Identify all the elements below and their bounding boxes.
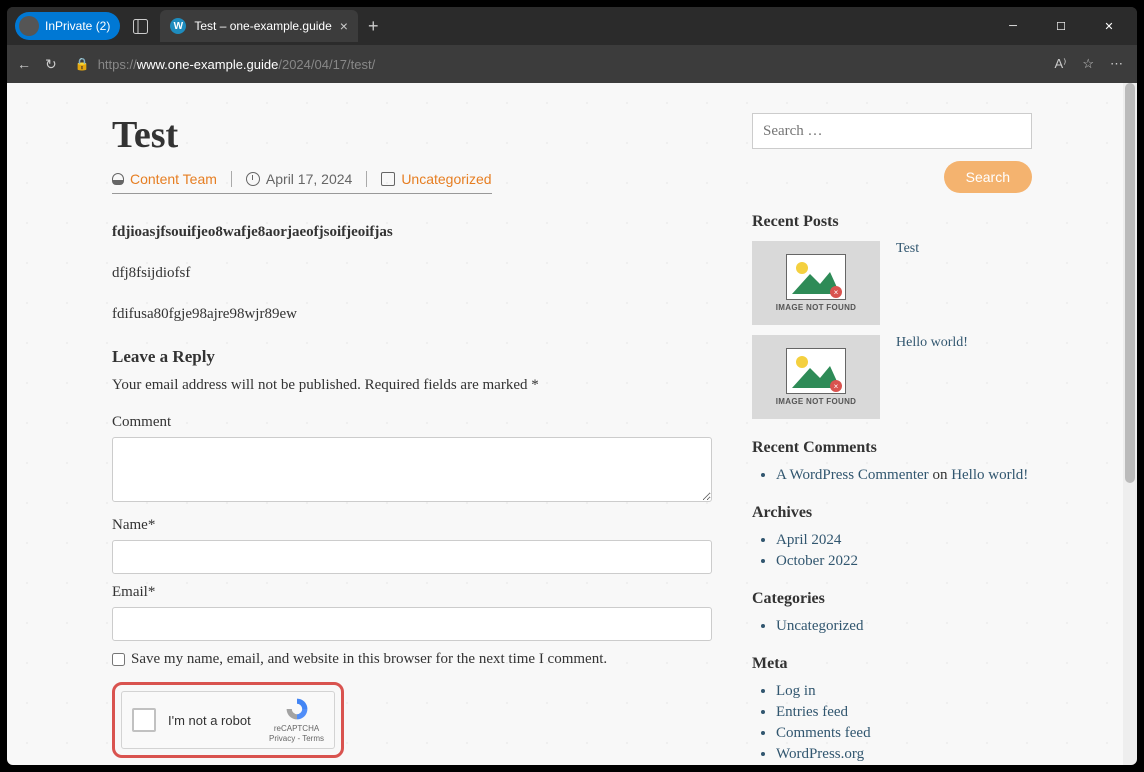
scrollbar-thumb[interactable] xyxy=(1125,83,1135,483)
search-button[interactable]: Search xyxy=(944,161,1032,193)
recent-post-item[interactable]: × IMAGE NOT FOUND Hello world! xyxy=(752,335,1032,419)
date-icon xyxy=(246,172,260,186)
name-input[interactable] xyxy=(112,540,712,574)
url-input[interactable]: 🔒 https://www.one-example.guide/2024/04/… xyxy=(71,57,1041,72)
post-date: April 17, 2024 xyxy=(266,171,352,187)
recent-post-link[interactable]: Test xyxy=(896,241,919,325)
post-author-link[interactable]: Content Team xyxy=(130,171,217,187)
reply-note: Your email address will not be published… xyxy=(112,377,712,394)
url-prefix: https:// xyxy=(98,57,137,72)
meta-title: Meta xyxy=(752,655,1032,673)
category-icon xyxy=(381,172,395,186)
svg-text:×: × xyxy=(834,288,839,297)
post-paragraph: dfj8fsijdiofsf xyxy=(112,265,712,282)
archive-item[interactable]: October 2022 xyxy=(776,553,1032,570)
maximize-button[interactable]: ☐ xyxy=(1047,20,1075,33)
recaptcha-highlight: I'm not a robot reCAPTCHA Privacy - Term… xyxy=(112,682,344,758)
tab-manager-icon[interactable] xyxy=(128,14,152,38)
wordpress-favicon: W xyxy=(170,18,186,34)
url-domain: www.one-example.guide xyxy=(137,57,279,72)
page-viewport[interactable]: Test Content Team April 17, 2024 Uncateg… xyxy=(7,83,1137,765)
new-tab-button[interactable]: + xyxy=(368,16,379,37)
thumbnail-placeholder: × IMAGE NOT FOUND xyxy=(752,241,880,325)
browser-tab[interactable]: W Test – one-example.guide × xyxy=(160,10,358,42)
minimize-button[interactable]: ─ xyxy=(999,20,1027,33)
recaptcha-widget: I'm not a robot reCAPTCHA Privacy - Term… xyxy=(121,691,335,749)
recent-posts-title: Recent Posts xyxy=(752,213,1032,231)
tab-close-icon[interactable]: × xyxy=(340,18,348,34)
recaptcha-text: I'm not a robot xyxy=(168,713,257,728)
categories-title: Categories xyxy=(752,590,1032,608)
close-window-button[interactable]: ✕ xyxy=(1095,20,1123,33)
author-icon xyxy=(112,173,124,185)
more-menu-icon[interactable]: ⋯ xyxy=(1110,56,1123,72)
back-button[interactable]: ← xyxy=(17,56,31,72)
post-category-link[interactable]: Uncategorized xyxy=(401,171,491,187)
post-paragraph: fdjioasjfsouifjeo8wafje8aorjaeofjsoifjeo… xyxy=(112,224,712,241)
email-label: Email* xyxy=(112,584,712,601)
recent-comment-item: A WordPress Commenter on Hello world! xyxy=(776,467,1032,484)
favorite-icon[interactable]: ☆ xyxy=(1082,56,1094,72)
comment-author-link[interactable]: A WordPress Commenter xyxy=(776,467,929,483)
meta-item[interactable]: Comments feed xyxy=(776,725,1032,742)
url-path: /2024/04/17/test/ xyxy=(278,57,375,72)
lock-icon: 🔒 xyxy=(75,57,90,71)
email-input[interactable] xyxy=(112,607,712,641)
browser-titlebar: InPrivate (2) W Test – one-example.guide… xyxy=(7,7,1137,45)
post-paragraph: fdifusa80fgje98ajre98wjr89ew xyxy=(112,306,712,323)
tab-title: Test – one-example.guide xyxy=(194,19,331,33)
refresh-button[interactable]: ↻ xyxy=(45,56,57,73)
comment-label: Comment xyxy=(112,414,712,431)
archive-item[interactable]: April 2024 xyxy=(776,532,1032,549)
post-meta: Content Team April 17, 2024 Uncategorize… xyxy=(112,171,492,194)
inprivate-label: InPrivate (2) xyxy=(45,19,110,33)
meta-item[interactable]: Entries feed xyxy=(776,704,1032,721)
comment-post-link[interactable]: Hello world! xyxy=(951,467,1028,483)
post-content: fdjioasjfsouifjeo8wafje8aorjaeofjsoifjeo… xyxy=(112,224,712,323)
recent-post-link[interactable]: Hello world! xyxy=(896,335,968,419)
thumbnail-placeholder: × IMAGE NOT FOUND xyxy=(752,335,880,419)
reply-heading: Leave a Reply xyxy=(112,347,712,367)
inprivate-badge[interactable]: InPrivate (2) xyxy=(15,12,120,40)
name-label: Name* xyxy=(112,517,712,534)
category-item[interactable]: Uncategorized xyxy=(776,618,1032,635)
recaptcha-checkbox[interactable] xyxy=(132,708,156,732)
recent-post-item[interactable]: × IMAGE NOT FOUND Test xyxy=(752,241,1032,325)
svg-text:×: × xyxy=(834,382,839,391)
save-info-checkbox[interactable] xyxy=(112,653,125,666)
archives-title: Archives xyxy=(752,504,1032,522)
search-input[interactable] xyxy=(752,113,1032,149)
recaptcha-logo: reCAPTCHA Privacy - Terms xyxy=(269,696,324,743)
save-info-label: Save my name, email, and website in this… xyxy=(131,651,607,668)
meta-item[interactable]: WordPress.org xyxy=(776,746,1032,763)
vertical-scrollbar[interactable] xyxy=(1123,83,1137,765)
read-aloud-icon[interactable]: A⁾ xyxy=(1054,56,1066,72)
address-bar: ← ↻ 🔒 https://www.one-example.guide/2024… xyxy=(7,45,1137,83)
post-title: Test xyxy=(112,113,712,157)
meta-item[interactable]: Log in xyxy=(776,683,1032,700)
profile-avatar xyxy=(19,16,39,36)
recent-comments-title: Recent Comments xyxy=(752,439,1032,457)
comment-textarea[interactable] xyxy=(112,437,712,502)
